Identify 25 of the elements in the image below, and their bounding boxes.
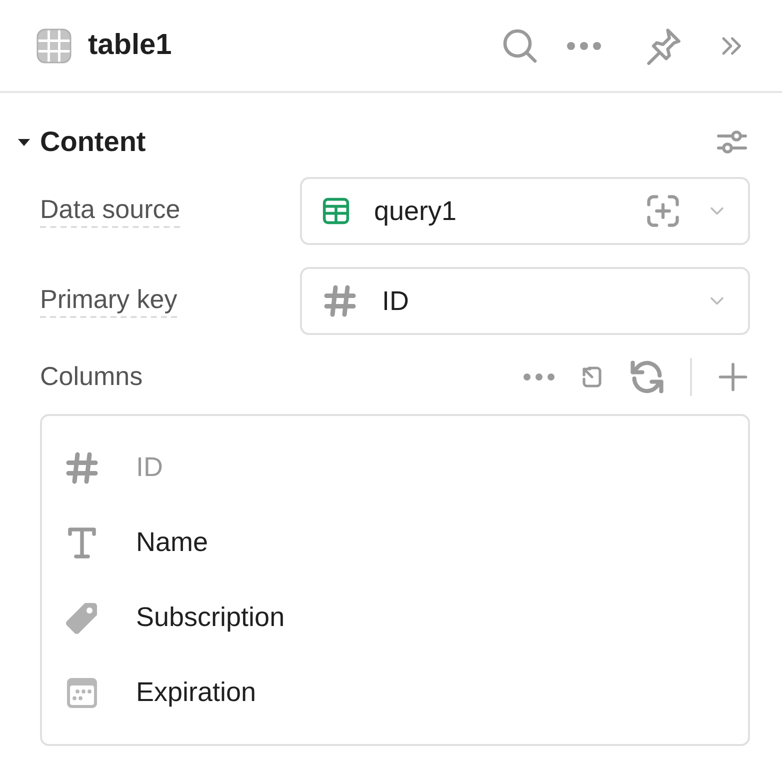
field-label: Data source [40, 194, 180, 228]
refresh-icon [628, 358, 666, 396]
hash-icon [64, 450, 100, 486]
panel-title: table1 [88, 28, 172, 63]
hash-icon [322, 283, 358, 319]
column-item[interactable]: Expiration [136, 672, 256, 713]
reset-icon [580, 364, 604, 388]
columns-label: Columns [40, 360, 143, 393]
section-title: Content [40, 125, 146, 159]
data-source-select[interactable]: query1 [300, 177, 750, 245]
reset-button[interactable] [580, 364, 604, 388]
more-button[interactable] [566, 40, 602, 50]
table-icon [36, 28, 72, 64]
table-icon [322, 197, 350, 225]
add-frame-icon [644, 192, 682, 230]
pin-button[interactable] [644, 26, 682, 64]
pin-icon [644, 26, 682, 64]
more-icon [566, 40, 602, 50]
field-label: Primary key [40, 284, 178, 318]
more-button[interactable] [522, 372, 556, 382]
refresh-button[interactable] [628, 358, 666, 396]
column-item[interactable]: Name [136, 522, 208, 563]
column-item[interactable]: Subscription [136, 597, 285, 638]
more-icon [522, 372, 556, 382]
primary-key-select[interactable]: ID [300, 267, 750, 335]
